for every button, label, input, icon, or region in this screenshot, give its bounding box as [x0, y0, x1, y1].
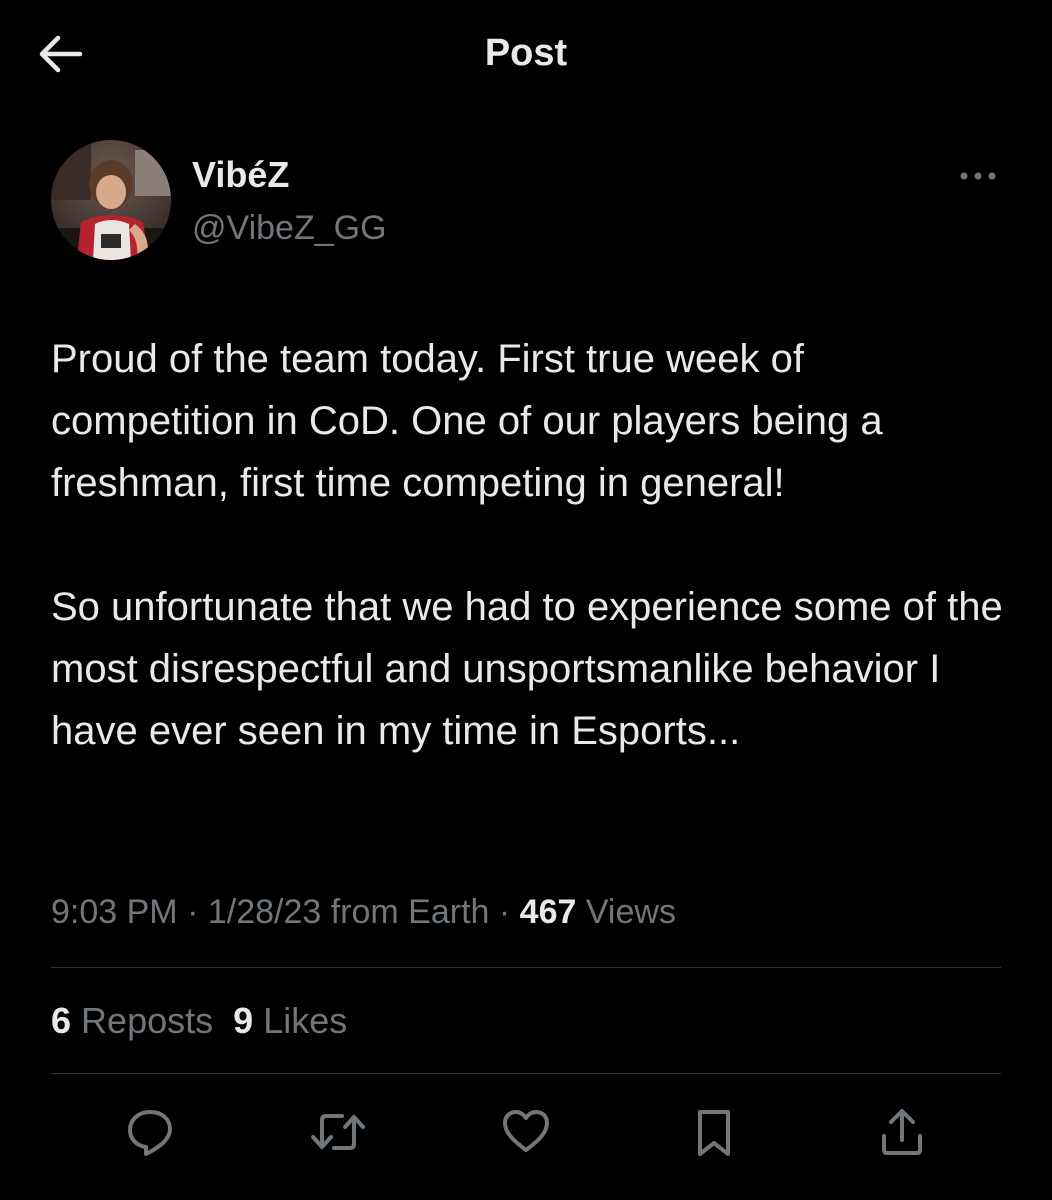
- post-paragraph: So unfortunate that we had to experience…: [51, 585, 1003, 753]
- bookmark-icon: [688, 1106, 740, 1158]
- repost-icon: [308, 1106, 368, 1158]
- like-button[interactable]: [494, 1100, 558, 1164]
- action-bar: [0, 1100, 1052, 1164]
- post-text: Proud of the team today. First true week…: [51, 328, 1011, 762]
- repost-button[interactable]: [306, 1100, 370, 1164]
- likes-stat[interactable]: 9 Likes: [233, 1000, 347, 1041]
- post-paragraph: Proud of the team today. First true week…: [51, 337, 883, 505]
- meta-separator: ·: [489, 893, 520, 931]
- post-time[interactable]: 9:03 PM: [51, 893, 178, 931]
- author-handle[interactable]: @VibeZ_GG: [192, 206, 387, 250]
- reply-icon: [124, 1106, 176, 1158]
- avatar[interactable]: [51, 140, 171, 260]
- author-display-name[interactable]: VibéZ: [192, 152, 289, 198]
- reposts-count: 6: [51, 1000, 72, 1041]
- views-label[interactable]: Views: [586, 893, 676, 931]
- reply-button[interactable]: [118, 1100, 182, 1164]
- bookmark-button[interactable]: [682, 1100, 746, 1164]
- post-date-source[interactable]: 1/28/23 from Earth: [208, 893, 490, 931]
- more-options-button[interactable]: [950, 160, 1006, 192]
- likes-count: 9: [233, 1000, 254, 1041]
- engagement-stats: 6 Reposts 9 Likes: [51, 996, 347, 1046]
- divider: [51, 967, 1001, 968]
- page-title: Post: [484, 32, 568, 74]
- ellipsis-icon: [958, 170, 998, 182]
- likes-label: Likes: [263, 1000, 348, 1041]
- reposts-stat[interactable]: 6 Reposts: [51, 1000, 213, 1041]
- divider: [51, 1073, 1001, 1074]
- meta-separator: ·: [177, 893, 208, 931]
- top-bar: Post: [0, 0, 1052, 110]
- share-button[interactable]: [870, 1100, 934, 1164]
- post-metadata: 9:03 PM · 1/28/23 from Earth · 467 Views: [51, 888, 676, 936]
- reposts-label: Reposts: [81, 1000, 214, 1041]
- share-icon: [876, 1106, 928, 1158]
- views-count[interactable]: 467: [520, 893, 577, 931]
- heart-icon: [500, 1106, 552, 1158]
